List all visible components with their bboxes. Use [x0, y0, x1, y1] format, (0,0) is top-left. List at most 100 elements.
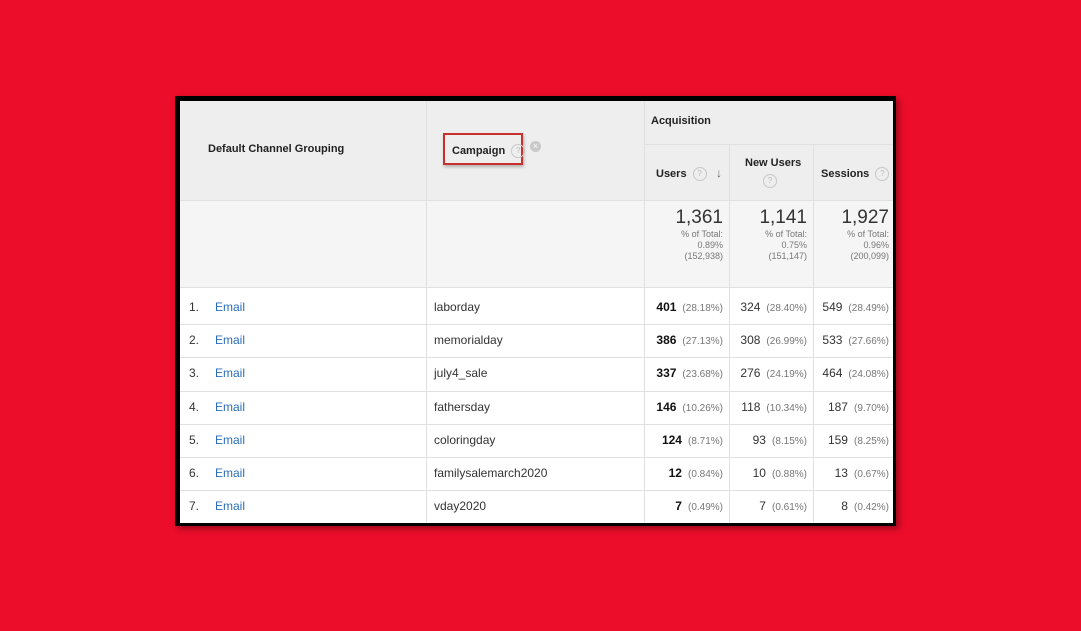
header-divider	[180, 200, 893, 201]
users-percent: (0.84%)	[687, 469, 723, 480]
new-users-cell: 276 (24.19%)	[731, 357, 807, 390]
sessions-cell: 159 (8.25%)	[815, 424, 889, 457]
row-number: 1.	[189, 300, 200, 314]
new-users-cell: 93 (8.15%)	[731, 424, 807, 457]
users-header-label: Users	[656, 167, 687, 180]
channel-link[interactable]: Email	[215, 424, 245, 457]
analytics-report-table: Default Channel Grouping Campaign? × Acq…	[180, 101, 893, 523]
sessions-value: 8	[841, 499, 848, 514]
users-cell: 401 (28.18%)	[646, 291, 723, 324]
row-number: 3.	[189, 366, 200, 381]
new-users-percent: (26.99%)	[766, 336, 807, 348]
new-users-cell: 324 (28.40%)	[731, 291, 807, 324]
total-users-pct: 0.89%	[697, 240, 723, 250]
campaign-name: memorialday	[434, 333, 503, 348]
new-users-percent: (8.15%)	[771, 435, 807, 447]
help-icon[interactable]: ?	[763, 173, 777, 188]
total-sessions-abs: (200,099)	[850, 251, 889, 261]
screenshot-frame: Default Channel Grouping Campaign? × Acq…	[175, 96, 896, 526]
channel-link[interactable]: Email	[215, 490, 245, 523]
sessions-value: 187	[827, 399, 848, 414]
channel-link[interactable]: Email	[215, 457, 245, 490]
channel-link[interactable]: Email	[215, 291, 245, 324]
table-row: 3. Email july4_sale 337 (23.68%) 276 (24.19%) 4…	[180, 357, 893, 390]
campaign-header-label: Campaign	[452, 144, 506, 157]
dimension-header-campaign[interactable]: Campaign?	[452, 144, 526, 158]
total-new-users-value: 1,141	[759, 207, 807, 228]
new-users-value: 118	[741, 399, 761, 414]
help-icon[interactable]: ?	[511, 144, 526, 158]
total-sessions-pct: 0.96%	[863, 240, 889, 250]
new-users-percent: (0.61%)	[771, 502, 807, 514]
campaign-name: familysalemarch2020	[434, 466, 548, 480]
users-percent: (27.13%)	[682, 336, 723, 348]
total-users-value: 1,361	[675, 207, 723, 228]
new-users-cell: 308 (26.99%)	[731, 324, 807, 357]
total-sessions-label: % of Total:	[847, 229, 889, 239]
total-new-users-abs: (151,147)	[768, 251, 807, 261]
sessions-percent: (8.25%)	[853, 435, 889, 447]
campaign-name: fathersday	[434, 399, 491, 414]
row-number: 2.	[189, 333, 200, 348]
metric-header-sessions[interactable]: Sessions?	[821, 167, 890, 181]
table-row: 4. Email fathersday 146 (10.26%) 118 (10.34%) 1…	[180, 390, 893, 424]
new-users-help: ?	[763, 172, 777, 190]
sessions-value: 159	[827, 432, 848, 447]
users-percent: (8.71%)	[687, 435, 723, 447]
sessions-percent: (28.49%)	[848, 303, 889, 314]
metric-header-users[interactable]: Users?	[656, 167, 707, 181]
dimension-header-channel[interactable]: Default Channel Grouping	[208, 143, 344, 155]
users-percent: (28.18%)	[682, 303, 723, 314]
new-users-value: 7	[759, 499, 766, 514]
new-users-percent: (24.19%)	[766, 369, 807, 381]
users-percent: (23.68%)	[682, 369, 723, 381]
sessions-value: 533	[822, 333, 843, 348]
campaign-name: july4_sale	[434, 366, 488, 381]
sessions-value: 13	[834, 466, 848, 480]
total-users-abs: (152,938)	[684, 251, 723, 261]
new-users-percent: (28.40%)	[766, 303, 807, 314]
sort-descending-icon[interactable]: ↓	[716, 166, 722, 180]
sessions-cell: 464 (24.08%)	[815, 357, 889, 390]
sessions-value: 464	[822, 366, 843, 381]
new-users-value: 93	[752, 432, 766, 447]
total-sessions-value: 1,927	[841, 207, 889, 228]
remove-dimension-icon[interactable]: ×	[530, 141, 541, 152]
table-row: 6. Email familysalemarch2020 12 (0.84%) 10 (0.…	[180, 457, 893, 490]
users-value: 7	[675, 499, 682, 514]
campaign-name: laborday	[434, 300, 481, 314]
channel-link[interactable]: Email	[215, 324, 245, 357]
users-percent: (10.26%)	[682, 402, 723, 414]
sessions-header-label: Sessions	[821, 167, 870, 180]
sessions-cell: 549 (28.49%)	[815, 291, 889, 324]
users-cell: 146 (10.26%)	[646, 391, 723, 424]
sessions-percent: (27.66%)	[848, 336, 889, 348]
new-users-percent: (10.34%)	[766, 402, 807, 414]
new-users-value: 276	[740, 366, 761, 381]
users-cell: 337 (23.68%)	[646, 357, 723, 390]
metric-header-new-users[interactable]: New Users	[745, 157, 801, 169]
new-users-value: 10	[752, 466, 766, 480]
new-users-percent: (0.88%)	[771, 469, 807, 480]
channel-link[interactable]: Email	[215, 357, 245, 390]
users-cell: 7 (0.49%)	[646, 490, 723, 523]
help-icon[interactable]: ?	[692, 167, 707, 181]
users-value: 401	[656, 300, 677, 314]
row-number: 4.	[189, 399, 200, 414]
users-value: 386	[656, 333, 677, 348]
sessions-cell: 187 (9.70%)	[815, 391, 889, 424]
users-cell: 12 (0.84%)	[646, 457, 723, 490]
totals-divider	[180, 287, 893, 288]
row-number: 7.	[189, 499, 200, 514]
sessions-cell: 13 (0.67%)	[815, 457, 889, 490]
users-value: 337	[656, 366, 677, 381]
total-new-users: 1,141 % of Total: 0.75% (151,147)	[732, 207, 807, 262]
table-row: 5. Email coloringday 124 (8.71%) 93 (8.15%) 159…	[180, 423, 893, 457]
total-sessions: 1,927 % of Total: 0.96% (200,099)	[816, 207, 889, 262]
new-users-cell: 10 (0.88%)	[731, 457, 807, 490]
help-icon[interactable]: ?	[875, 167, 890, 181]
sessions-percent: (24.08%)	[848, 369, 889, 381]
table-row: 7. Email vday2020 7 (0.49%) 7 (0.61%) 8 (0.42%)	[180, 490, 893, 523]
sessions-value: 549	[822, 300, 843, 314]
channel-link[interactable]: Email	[215, 391, 245, 424]
